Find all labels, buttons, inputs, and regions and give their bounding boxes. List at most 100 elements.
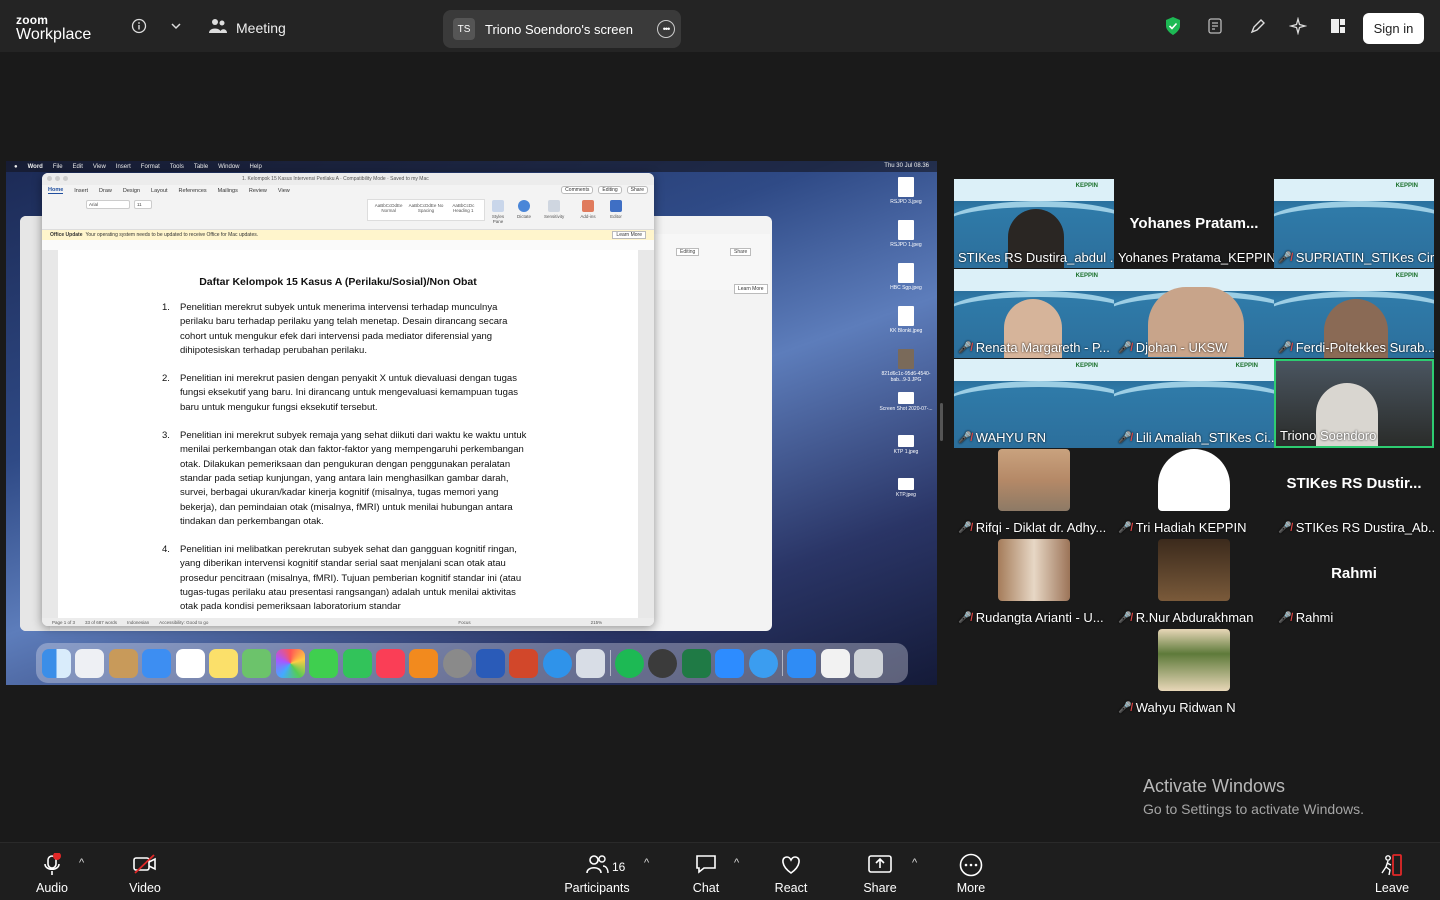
participant-tile[interactable]: 🎤̸ Wahyu Ridwan N bbox=[1114, 629, 1274, 718]
tab-layout[interactable]: Layout bbox=[151, 188, 168, 194]
document-page[interactable]: Daftar Kelompok 15 Kasus A (Perilaku/Sos… bbox=[58, 250, 638, 618]
participant-tile[interactable]: KEPPIN 🎤̸ SUPRIATIN_STIKes Cir... bbox=[1274, 179, 1434, 268]
annotate-icon[interactable] bbox=[1248, 16, 1268, 36]
document-area[interactable]: Daftar Kelompok 15 Kasus A (Perilaku/Sos… bbox=[42, 250, 654, 618]
participants-options-caret-icon[interactable]: ^ bbox=[644, 857, 649, 869]
safari-2-icon[interactable] bbox=[748, 648, 778, 678]
comments-button[interactable]: Comments bbox=[561, 186, 594, 194]
tab-references[interactable]: References bbox=[179, 188, 207, 194]
font-select[interactable]: Arial bbox=[86, 200, 130, 209]
ai-companion-icon[interactable] bbox=[1288, 16, 1308, 36]
share-doc-button[interactable]: Share bbox=[626, 186, 648, 194]
dictate-button[interactable]: Dictate bbox=[514, 200, 534, 219]
video-button[interactable]: Video bbox=[126, 853, 164, 895]
editor-button[interactable]: Editor bbox=[606, 200, 626, 219]
learn-more-button[interactable]: Learn More bbox=[612, 231, 646, 239]
menu-edit: Edit bbox=[72, 163, 83, 170]
share-options-caret-icon[interactable]: ^ bbox=[912, 857, 917, 869]
participant-tile[interactable]: 🎤̸ R.Nur Abdurakhman bbox=[1114, 539, 1274, 628]
more-button[interactable]: More bbox=[954, 853, 988, 895]
tab-view[interactable]: View bbox=[278, 188, 290, 194]
app-store-icon[interactable] bbox=[787, 648, 817, 678]
mail-icon[interactable] bbox=[142, 648, 172, 678]
word-window[interactable]: 1. Kelompok 15 Kasus Intervensi Perilaku… bbox=[42, 173, 654, 626]
style-heading-1[interactable]: AaBbCcDc Heading 1 bbox=[446, 203, 481, 217]
add-ins-button[interactable]: Add-ins bbox=[578, 200, 598, 219]
participant-tile-active[interactable]: Triono Soendoro bbox=[1274, 359, 1434, 448]
tab-review[interactable]: Review bbox=[249, 188, 267, 194]
sign-in-button[interactable]: Sign in bbox=[1363, 13, 1424, 44]
facetime-icon[interactable] bbox=[342, 648, 372, 678]
document-icon[interactable] bbox=[820, 648, 850, 678]
tab-design[interactable]: Design bbox=[123, 188, 140, 194]
mic-muted-icon: 🎤̸ bbox=[1278, 252, 1292, 264]
notes-icon[interactable] bbox=[1205, 16, 1225, 36]
list-item: 2. Penelitian ini merekrut pasien dengan … bbox=[162, 373, 518, 413]
shield-icon[interactable] bbox=[1163, 16, 1183, 36]
participant-tile[interactable]: KEPPIN 🎤̸ Lili Amaliah_STIKes Ci... bbox=[1114, 359, 1274, 448]
sensitivity-button[interactable]: Sensitivity bbox=[544, 200, 564, 219]
zoom-app-icon[interactable] bbox=[715, 648, 745, 678]
powerpoint-icon[interactable] bbox=[509, 648, 539, 678]
leave-button[interactable]: Leave bbox=[1374, 853, 1410, 895]
participant-tile[interactable]: 🎤̸ Tri Hadiah KEPPIN bbox=[1114, 449, 1274, 538]
participant-tile[interactable]: KEPPIN 🎤̸ Renata Margareth - P... bbox=[954, 269, 1114, 358]
tab-mailings[interactable]: Mailings bbox=[218, 188, 238, 194]
meeting-button[interactable]: Meeting bbox=[208, 18, 286, 37]
participant-tile[interactable]: KEPPIN 🎤̸ Ferdi-Poltekkes Surab... bbox=[1274, 269, 1434, 358]
tab-draw[interactable]: Draw bbox=[99, 188, 112, 194]
excel-icon[interactable] bbox=[681, 648, 711, 678]
participant-tile[interactable]: KEPPIN STIKes RS Dustira_abdul ... bbox=[954, 179, 1114, 268]
participant-tile[interactable]: Yohanes Pratam... Yohanes Pratama_KEPPIN bbox=[1114, 179, 1274, 268]
participants-button[interactable]: 16 Participants bbox=[564, 853, 630, 895]
spotify-icon[interactable] bbox=[615, 648, 645, 678]
contacts-icon[interactable] bbox=[108, 648, 138, 678]
participant-tile[interactable]: 🎤̸ Djohan - UKSW bbox=[1114, 269, 1274, 358]
chat-button[interactable]: Chat bbox=[690, 853, 722, 895]
participant-tile[interactable]: STIKes RS Dustir... 🎤̸ STIKes RS Dustira_… bbox=[1274, 449, 1434, 538]
messages-icon[interactable] bbox=[309, 648, 339, 678]
photos-icon[interactable] bbox=[275, 648, 305, 678]
react-button[interactable]: React bbox=[774, 853, 808, 895]
books-icon[interactable] bbox=[409, 648, 439, 678]
chat-options-caret-icon[interactable]: ^ bbox=[734, 857, 739, 869]
info-icon[interactable] bbox=[129, 16, 149, 36]
shared-screen[interactable]: ● Word File Edit View Insert Format Tool… bbox=[6, 161, 937, 685]
font-size-select[interactable]: 11 bbox=[134, 200, 152, 209]
window-controls[interactable] bbox=[47, 176, 68, 181]
whatsapp-icon[interactable] bbox=[648, 648, 678, 678]
styles-pane-button[interactable]: Styles Pane bbox=[488, 200, 508, 224]
notes-app-icon[interactable] bbox=[208, 648, 238, 678]
participant-tile[interactable]: KEPPIN 🎤̸ WAHYU RN bbox=[954, 359, 1114, 448]
trash-icon[interactable] bbox=[854, 648, 884, 678]
chevron-down-icon[interactable] bbox=[166, 16, 186, 36]
safari-icon[interactable] bbox=[542, 648, 572, 678]
launchpad-icon[interactable] bbox=[75, 648, 105, 678]
participant-tile[interactable]: Rahmi 🎤̸ Rahmi bbox=[1274, 539, 1434, 628]
calendar-icon[interactable] bbox=[175, 648, 205, 678]
music-icon[interactable] bbox=[375, 648, 405, 678]
styles-gallery[interactable]: AaBbCcDdEe Normal AaBbCcDdEe No Spacing … bbox=[367, 199, 485, 221]
finder-icon[interactable] bbox=[42, 648, 71, 678]
maps-icon[interactable] bbox=[242, 648, 272, 678]
style-no-spacing[interactable]: AaBbCcDdEe No Spacing bbox=[408, 203, 444, 217]
audio-options-caret-icon[interactable]: ^ bbox=[79, 857, 84, 869]
list-item: 3. Penelitian ini merekrut subyek remaja … bbox=[162, 430, 527, 527]
preview-icon[interactable] bbox=[576, 648, 606, 678]
settings-icon[interactable] bbox=[442, 648, 472, 678]
tab-insert[interactable]: Insert bbox=[74, 188, 88, 194]
editing-button[interactable]: Editing bbox=[598, 186, 622, 194]
share-button[interactable]: Share bbox=[862, 853, 898, 895]
participant-tile[interactable]: 🎤̸ Rudangta Arianti - U... bbox=[954, 539, 1114, 628]
word-icon[interactable] bbox=[476, 648, 506, 678]
screen-share-pill[interactable]: TS Triono Soendoro's screen ••• bbox=[443, 10, 681, 48]
logo-line1: zoom bbox=[16, 13, 49, 27]
view-layout-icon[interactable] bbox=[1328, 16, 1348, 36]
panel-resize-handle[interactable] bbox=[940, 403, 943, 441]
more-options-icon[interactable]: ••• bbox=[657, 20, 675, 38]
audio-button[interactable]: Audio bbox=[34, 852, 70, 895]
tab-home[interactable]: Home bbox=[48, 187, 64, 194]
participant-tile[interactable]: 🎤̸ Rifqi - Diklat dr. Adhy... bbox=[954, 449, 1114, 538]
focus-mode[interactable]: Focus bbox=[458, 620, 470, 625]
style-normal[interactable]: AaBbCcDdEe Normal bbox=[371, 203, 406, 217]
